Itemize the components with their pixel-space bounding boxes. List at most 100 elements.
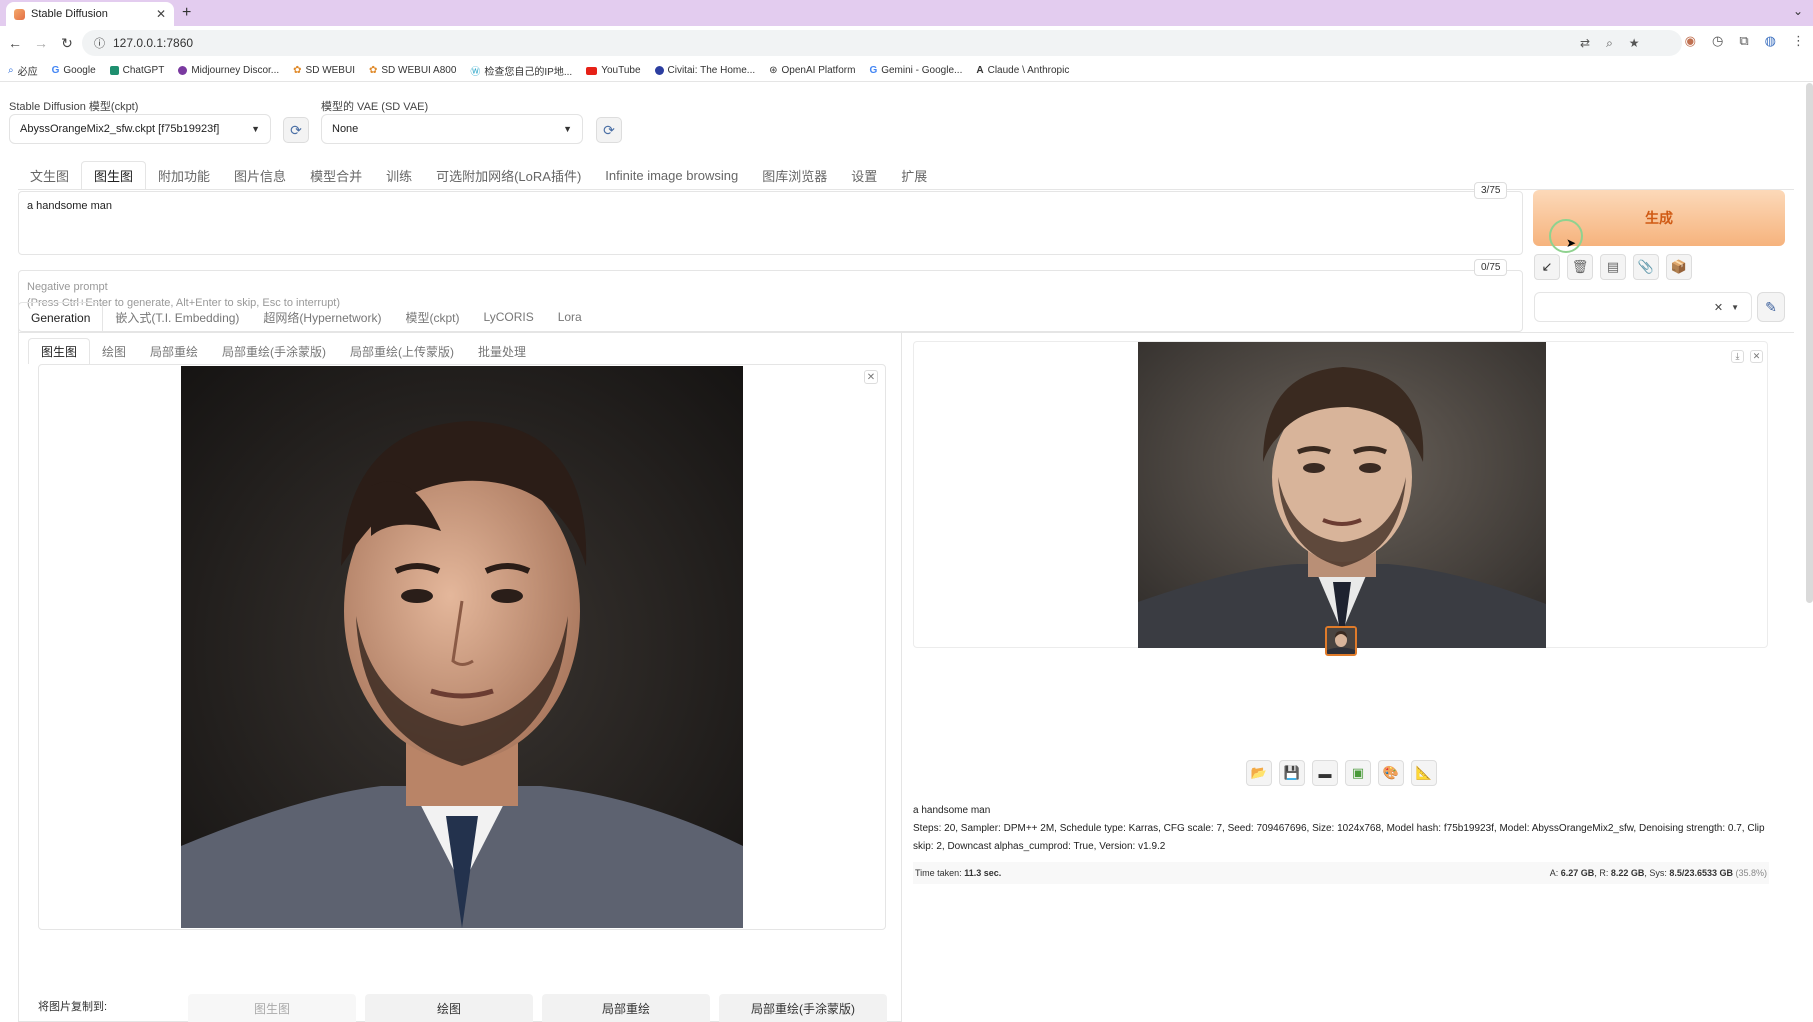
search-icon: ⌕ bbox=[8, 65, 14, 76]
webui-app: Stable Diffusion 模型(ckpt) AbyssOrangeMix… bbox=[0, 83, 1813, 1022]
tab-checkpoints[interactable]: 模型(ckpt) bbox=[393, 302, 471, 332]
page-scrollbar[interactable] bbox=[1806, 83, 1813, 603]
refresh-vae-button[interactable]: ⟳ bbox=[596, 117, 622, 143]
tab-image-browser[interactable]: 图库浏览器 bbox=[750, 161, 839, 189]
output-prompt: a handsome man bbox=[913, 805, 991, 816]
output-tools: 📂 💾 ▬ ▣ 🎨 📐 bbox=[1246, 760, 1437, 786]
discord-icon bbox=[178, 66, 188, 75]
menu-icon[interactable]: ⋮ bbox=[1792, 33, 1805, 49]
prompt-input[interactable]: a handsome man bbox=[18, 191, 1523, 255]
img2img-mode-tabs: 图生图 绘图 局部重绘 局部重绘(手涂蒙版) 局部重绘(上传蒙版) 批量处理 bbox=[28, 338, 538, 364]
zoom-icon[interactable]: ⌕ bbox=[1606, 36, 1613, 51]
site-info-icon[interactable]: ⓘ bbox=[94, 35, 105, 51]
bookmark-item[interactable]: ⌕ 必应 bbox=[8, 63, 38, 78]
bookmark-item[interactable]: Ⓦ 检查您自己的IP地... bbox=[470, 63, 572, 78]
clear-icon[interactable]: ✕ bbox=[1714, 301, 1723, 314]
read-params-icon[interactable]: ↙ bbox=[1534, 254, 1560, 280]
copy-to-img2img-button[interactable]: 图生图 bbox=[188, 994, 356, 1022]
generation-info: a handsome man Steps: 20, Sampler: DPM++… bbox=[913, 802, 1773, 856]
paperclip-icon[interactable]: 📎 bbox=[1633, 254, 1659, 280]
download-icon[interactable]: ⤓ bbox=[1731, 350, 1744, 363]
translate-icon[interactable]: ⇄ bbox=[1580, 36, 1590, 50]
tab-sketch[interactable]: 绘图 bbox=[90, 338, 138, 364]
browser-tab[interactable]: Stable Diffusion ✕ bbox=[6, 2, 174, 26]
tab-settings[interactable]: 设置 bbox=[839, 161, 889, 189]
zip-icon[interactable]: ▬ bbox=[1312, 760, 1338, 786]
bookmark-item[interactable]: A Claude \ Anthropic bbox=[976, 65, 1069, 76]
tab-generation[interactable]: Generation bbox=[18, 302, 104, 332]
profile-avatar-icon[interactable]: ◍ bbox=[1765, 33, 1776, 49]
tab-inpaint-sketch[interactable]: 局部重绘(手涂蒙版) bbox=[210, 338, 338, 364]
tab-inpaint[interactable]: 局部重绘 bbox=[138, 338, 210, 364]
output-params: Steps: 20, Sampler: DPM++ 2M, Schedule t… bbox=[913, 823, 1765, 852]
chevron-down-icon: ▼ bbox=[563, 124, 572, 134]
bookmark-item[interactable]: ChatGPT bbox=[109, 65, 164, 76]
extension-icon-1[interactable]: ◉ bbox=[1685, 33, 1696, 49]
civitai-icon bbox=[654, 66, 664, 75]
clear-image-icon[interactable]: ✕ bbox=[864, 370, 878, 384]
history-icon[interactable]: ◷ bbox=[1712, 33, 1723, 49]
tab-img2img[interactable]: 图生图 bbox=[81, 161, 147, 189]
forward-icon[interactable]: → bbox=[30, 35, 52, 51]
clipboard-icon[interactable]: ▤ bbox=[1600, 254, 1626, 280]
url-field[interactable]: ⓘ 127.0.0.1:7860 ⇄ ⌕ ★ bbox=[82, 30, 1682, 56]
tab-train[interactable]: 训练 bbox=[374, 161, 424, 189]
copy-to-inpaint-button[interactable]: 局部重绘 bbox=[542, 994, 710, 1022]
tab-search-chevron-icon[interactable]: ⌄ bbox=[1793, 4, 1803, 18]
tab-batch[interactable]: 批量处理 bbox=[466, 338, 538, 364]
bookmark-item[interactable]: ✿ SD WEBUI A800 bbox=[369, 65, 456, 76]
bookmark-item[interactable]: Midjourney Discor... bbox=[178, 65, 279, 76]
tab-additional-networks[interactable]: 可选附加网络(LoRA插件) bbox=[424, 161, 593, 189]
input-image-dropzone[interactable] bbox=[38, 364, 886, 930]
tab-lycoris[interactable]: LyCORIS bbox=[471, 302, 545, 332]
bookmark-item[interactable]: Civitai: The Home... bbox=[654, 65, 755, 76]
save-icon[interactable]: 💾 bbox=[1279, 760, 1305, 786]
chevron-down-icon: ▼ bbox=[1731, 302, 1739, 312]
refresh-icon: ⟳ bbox=[603, 121, 615, 138]
reload-icon[interactable]: ↻ bbox=[56, 35, 78, 52]
output-image[interactable] bbox=[1138, 342, 1546, 648]
output-thumbnail[interactable] bbox=[1325, 626, 1357, 656]
tab-extensions[interactable]: 扩展 bbox=[889, 161, 939, 189]
copy-to-sketch-button[interactable]: 绘图 bbox=[365, 994, 533, 1022]
vae-select[interactable]: None ▼ bbox=[321, 114, 583, 144]
tab-textual-inversion[interactable]: 嵌入式(T.I. Embedding) bbox=[103, 302, 251, 332]
copy-to-inpaint-sketch-button[interactable]: 局部重绘(手涂蒙版) bbox=[719, 994, 887, 1022]
tab-checkpoint-merger[interactable]: 模型合并 bbox=[298, 161, 374, 189]
extensions-icon[interactable]: ⧉ bbox=[1739, 33, 1748, 49]
tab-txt2img[interactable]: 文生图 bbox=[18, 161, 81, 189]
edit-styles-button[interactable]: ✎ bbox=[1757, 292, 1785, 322]
sd-icon: ✿ bbox=[368, 65, 378, 76]
tab-hypernetwork[interactable]: 超网络(Hypernetwork) bbox=[251, 302, 393, 332]
refresh-model-button[interactable]: ⟳ bbox=[283, 117, 309, 143]
tab-lora[interactable]: Lora bbox=[546, 302, 594, 332]
model-select[interactable]: AbyssOrangeMix2_sfw.ckpt [f75b19923f] ▼ bbox=[9, 114, 271, 144]
trash-icon[interactable]: 🗑 bbox=[1567, 254, 1593, 280]
send-to-img2img-icon[interactable]: ▣ bbox=[1345, 760, 1371, 786]
tab-inpaint-upload[interactable]: 局部重绘(上传蒙版) bbox=[338, 338, 466, 364]
open-folder-icon[interactable]: 📂 bbox=[1246, 760, 1272, 786]
bookmark-item[interactable]: ⊛ OpenAI Platform bbox=[769, 65, 855, 76]
close-tab-icon[interactable]: ✕ bbox=[156, 7, 166, 21]
bookmark-item[interactable]: YouTube bbox=[586, 65, 641, 76]
bookmark-star-icon[interactable]: ★ bbox=[1629, 36, 1640, 50]
new-tab-icon[interactable]: + bbox=[182, 4, 191, 22]
back-icon[interactable]: ← bbox=[4, 35, 26, 51]
bookmark-item[interactable]: G Gemini - Google... bbox=[869, 65, 962, 76]
bookmark-item[interactable]: ✿ SD WEBUI bbox=[293, 65, 355, 76]
send-to-extras-icon[interactable]: 📐 bbox=[1411, 760, 1437, 786]
package-icon[interactable]: 📦 bbox=[1666, 254, 1692, 280]
mouse-cursor-icon: ➤ bbox=[1566, 236, 1577, 250]
send-to-inpaint-icon[interactable]: 🎨 bbox=[1378, 760, 1404, 786]
tab-img2img-mode[interactable]: 图生图 bbox=[28, 338, 91, 364]
tab-extras[interactable]: 附加功能 bbox=[146, 161, 222, 189]
tab-png-info[interactable]: 图片信息 bbox=[222, 161, 298, 189]
anthropic-icon: A bbox=[976, 65, 984, 76]
performance-bar: Time taken: 11.3 sec. A: 6.27 GB, R: 8.2… bbox=[913, 862, 1769, 884]
bookmark-item[interactable]: G Google bbox=[52, 65, 96, 76]
close-gallery-icon[interactable]: ✕ bbox=[1750, 350, 1763, 363]
browser-tab-title: Stable Diffusion bbox=[31, 8, 108, 20]
tab-infinite-image-browsing[interactable]: Infinite image browsing bbox=[593, 161, 750, 189]
styles-select[interactable]: ✕ ▼ bbox=[1534, 292, 1752, 322]
favicon-icon bbox=[14, 8, 25, 20]
